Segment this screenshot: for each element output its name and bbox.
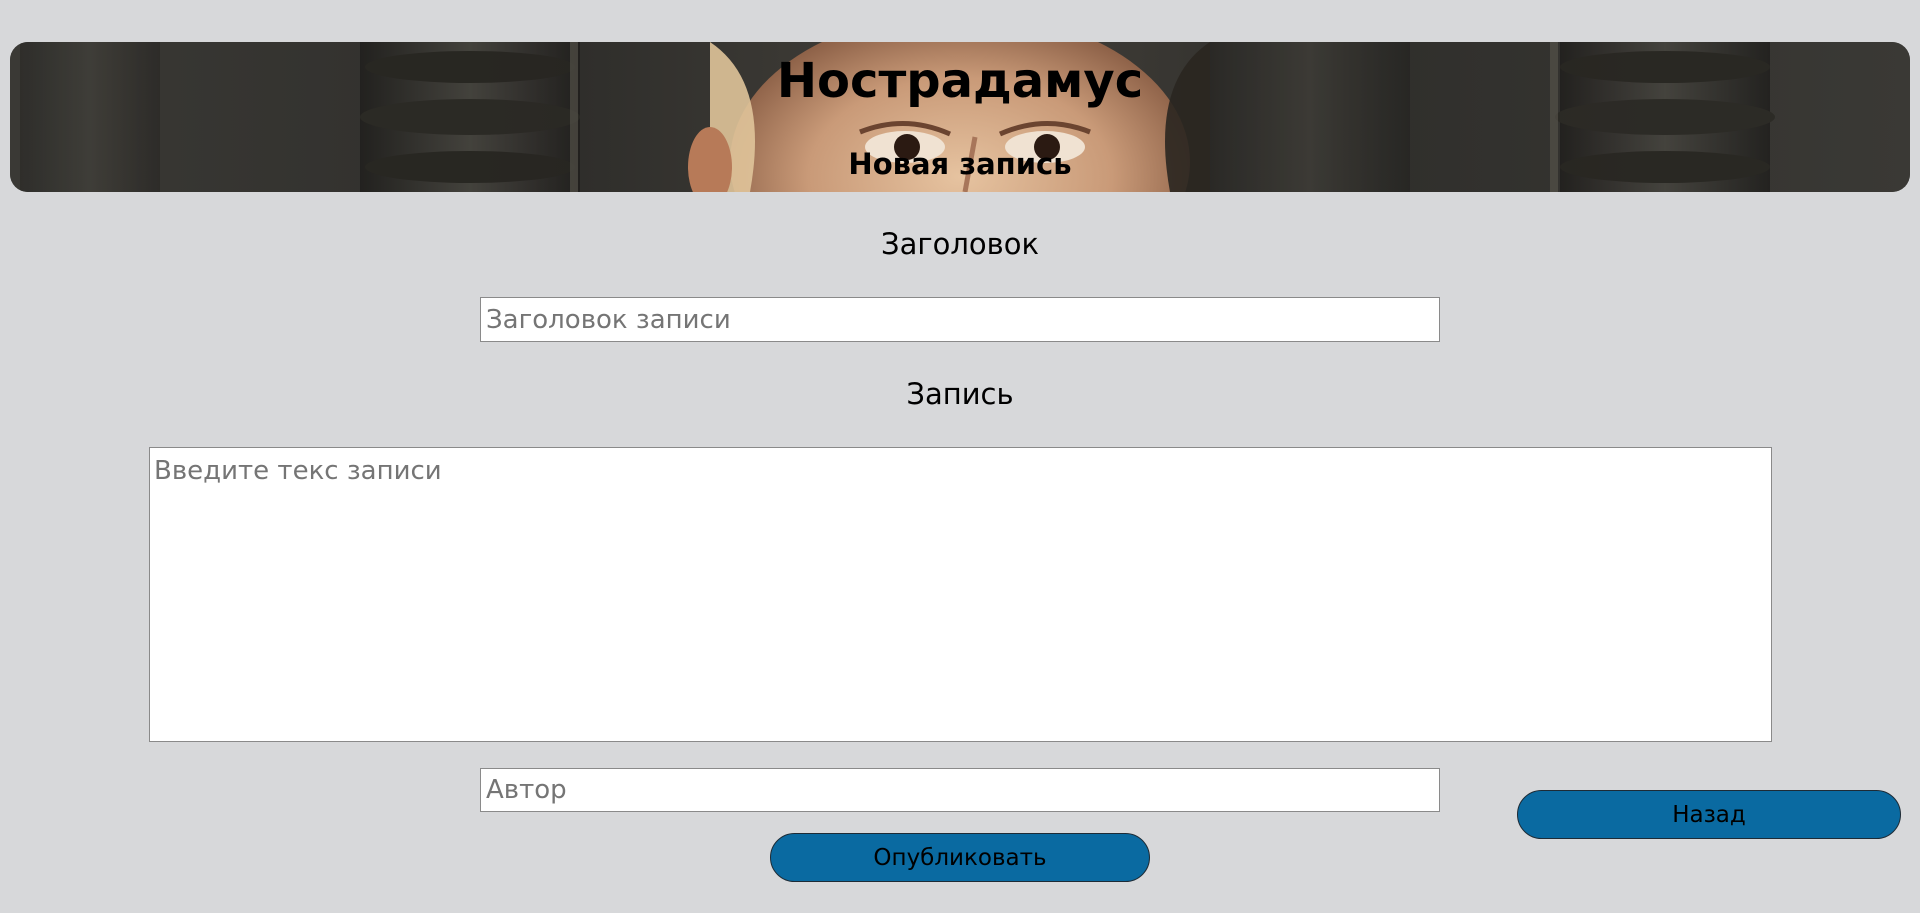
title-label: Заголовок [881, 227, 1039, 261]
author-input[interactable] [480, 768, 1440, 812]
back-button[interactable]: Назад [1517, 790, 1901, 839]
site-title: Нострадамус [776, 53, 1144, 109]
page-subtitle: Новая запись [848, 147, 1072, 181]
header-banner: Нострадамус Новая запись [10, 42, 1910, 192]
new-post-page: Нострадамус Новая запись Заголовок Запис… [0, 0, 1920, 913]
post-title-input[interactable] [480, 297, 1440, 342]
publish-button[interactable]: Опубликовать [770, 833, 1150, 882]
body-label: Запись [906, 377, 1014, 411]
post-body-textarea[interactable] [149, 447, 1772, 742]
